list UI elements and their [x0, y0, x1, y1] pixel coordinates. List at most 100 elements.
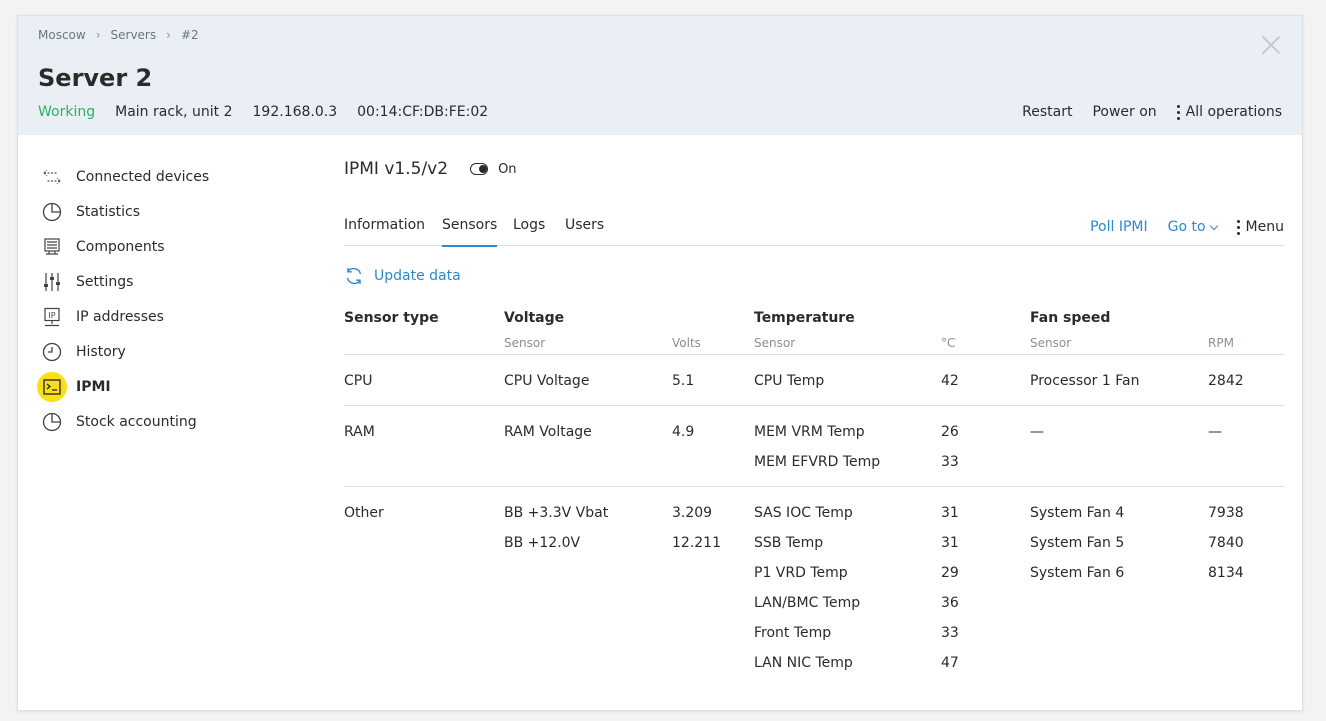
- goto-dropdown[interactable]: Go to: [1167, 219, 1218, 235]
- temp-value-cell: 47: [941, 655, 959, 671]
- fan-value-cell: 7938: [1208, 505, 1244, 521]
- ipmi-title-text: IPMI v1.5/v2: [344, 159, 449, 179]
- row-divider: [344, 486, 1284, 487]
- server-header: Moscow › Servers › #2 Server 2 Working M…: [18, 16, 1302, 135]
- sidebar-item-history[interactable]: History: [40, 334, 209, 369]
- ipmi-tabs: Information Sensors Logs Users Poll IPMI…: [344, 203, 1284, 247]
- sidebar-item-ipmi[interactable]: IPMI: [37, 369, 209, 404]
- server-card: Moscow › Servers › #2 Server 2 Working M…: [17, 15, 1303, 711]
- temp-sensor-cell: LAN/BMC Temp: [754, 595, 861, 611]
- tab-logs[interactable]: Logs: [513, 217, 545, 245]
- fan-value-cell: —: [1208, 424, 1222, 440]
- temp-value-cell: 36: [941, 595, 959, 611]
- clock-icon: [40, 340, 64, 364]
- breadcrumb: Moscow › Servers › #2: [38, 28, 199, 42]
- sidebar-item-ip-addresses[interactable]: IP IP addresses: [40, 299, 209, 334]
- voltage-value-cell: 3.209: [672, 505, 713, 521]
- update-data-button[interactable]: Update data: [344, 266, 461, 286]
- voltage-value-cell: 4.9: [672, 424, 695, 440]
- server-location: Main rack, unit 2: [115, 104, 233, 120]
- temp-sensor-cell: MEM VRM Temp: [754, 424, 865, 440]
- sidebar-item-stock-accounting[interactable]: Stock accounting: [40, 404, 209, 439]
- breadcrumb-item-moscow[interactable]: Moscow: [38, 28, 86, 42]
- sidebar-item-statistics[interactable]: Statistics: [40, 194, 209, 229]
- col-header-temperature: Temperature: [754, 310, 855, 326]
- power-on-button[interactable]: Power on: [1092, 104, 1156, 120]
- breadcrumb-item-servers[interactable]: Servers: [111, 28, 157, 42]
- sidebar-item-label: Settings: [76, 273, 134, 290]
- fan-value-cell: 2842: [1208, 373, 1244, 389]
- sidebar-item-label: Stock accounting: [76, 413, 197, 430]
- more-vertical-icon: [1176, 104, 1180, 120]
- temp-value-cell: 42: [941, 373, 959, 389]
- temp-sensor-cell: Front Temp: [754, 625, 832, 641]
- temp-sensor-cell: SSB Temp: [754, 535, 824, 551]
- temp-value-cell: 33: [941, 625, 959, 641]
- sidebar-item-settings[interactable]: Settings: [40, 264, 209, 299]
- subheader-fan-sensor: Sensor: [1030, 336, 1072, 350]
- ipmi-toggle[interactable]: [470, 163, 489, 175]
- sensor-type-cell: Other: [344, 505, 384, 521]
- sidebar-item-components[interactable]: Components: [40, 229, 209, 264]
- temp-sensor-cell: MEM EFVRD Temp: [754, 454, 881, 470]
- sidebar-item-connected-devices[interactable]: Connected devices: [40, 159, 209, 194]
- sidebar: Connected devices Statistics Components …: [37, 159, 209, 439]
- chevron-down-icon: [1209, 221, 1218, 230]
- subheader-celsius: °C: [941, 336, 956, 350]
- fan-value-cell: 7840: [1208, 535, 1244, 551]
- subheader-temp-sensor: Sensor: [754, 336, 796, 350]
- connected-devices-icon: [40, 165, 64, 189]
- breadcrumb-separator-icon: ›: [95, 28, 101, 42]
- status-badge: Working: [38, 104, 96, 120]
- poll-ipmi-button[interactable]: Poll IPMI: [1090, 219, 1148, 235]
- header-actions: Restart Power on All operations: [1022, 104, 1282, 120]
- breadcrumb-separator-icon: ›: [166, 28, 171, 42]
- fan-sensor-cell: —: [1030, 424, 1044, 440]
- subheader-volts: Volts: [672, 336, 701, 350]
- fan-value-cell: 8134: [1208, 565, 1244, 581]
- temp-sensor-cell: LAN NIC Temp: [754, 655, 853, 671]
- subheader-voltage-sensor: Sensor: [504, 336, 546, 350]
- temp-value-cell: 31: [941, 505, 959, 521]
- fan-sensor-cell: System Fan 6: [1030, 565, 1125, 581]
- goto-label: Go to: [1167, 219, 1206, 235]
- menu-button[interactable]: Menu: [1236, 219, 1284, 235]
- sidebar-item-label: History: [76, 343, 126, 360]
- col-header-fan-speed: Fan speed: [1030, 310, 1111, 326]
- restart-button[interactable]: Restart: [1022, 104, 1072, 120]
- all-operations-label: All operations: [1185, 104, 1282, 120]
- sidebar-item-label: Connected devices: [76, 168, 210, 185]
- sidebar-item-label: Components: [76, 238, 165, 255]
- voltage-sensor-cell: BB +12.0V: [504, 535, 581, 551]
- svg-text:IP: IP: [48, 311, 55, 320]
- col-header-voltage: Voltage: [504, 310, 565, 326]
- temp-sensor-cell: CPU Temp: [754, 373, 825, 389]
- refresh-icon: [346, 267, 362, 285]
- server-mac: 00:14:CF:DB:FE:02: [357, 104, 489, 120]
- tab-information[interactable]: Information: [344, 217, 425, 245]
- voltage-sensor-cell: RAM Voltage: [504, 424, 592, 440]
- col-header-sensor-type: Sensor type: [344, 310, 439, 326]
- menu-label: Menu: [1245, 219, 1284, 235]
- all-operations-button[interactable]: All operations: [1176, 104, 1282, 120]
- temp-sensor-cell: P1 VRD Temp: [754, 565, 848, 581]
- components-icon: [40, 235, 64, 259]
- close-icon[interactable]: [1260, 34, 1282, 56]
- voltage-sensor-cell: BB +3.3V Vbat: [504, 505, 609, 521]
- ipmi-toggle-label: On: [498, 161, 517, 177]
- temp-value-cell: 33: [941, 454, 959, 470]
- tab-sensors[interactable]: Sensors: [442, 217, 498, 247]
- row-divider: [344, 354, 1284, 355]
- server-ip: 192.168.0.3: [252, 104, 338, 120]
- sidebar-item-label: Statistics: [76, 203, 140, 220]
- pie-chart-icon: [40, 410, 64, 434]
- voltage-value-cell: 5.1: [672, 373, 695, 389]
- sliders-icon: [40, 270, 64, 294]
- subheader-rpm: RPM: [1208, 336, 1234, 350]
- row-divider: [344, 405, 1284, 406]
- tab-users[interactable]: Users: [565, 217, 604, 245]
- server-meta: Working Main rack, unit 2 192.168.0.3 00…: [38, 104, 488, 120]
- temp-value-cell: 31: [941, 535, 959, 551]
- tabs-actions: Poll IPMI Go to Menu: [1090, 219, 1284, 235]
- temp-sensor-cell: SAS IOC Temp: [754, 505, 853, 521]
